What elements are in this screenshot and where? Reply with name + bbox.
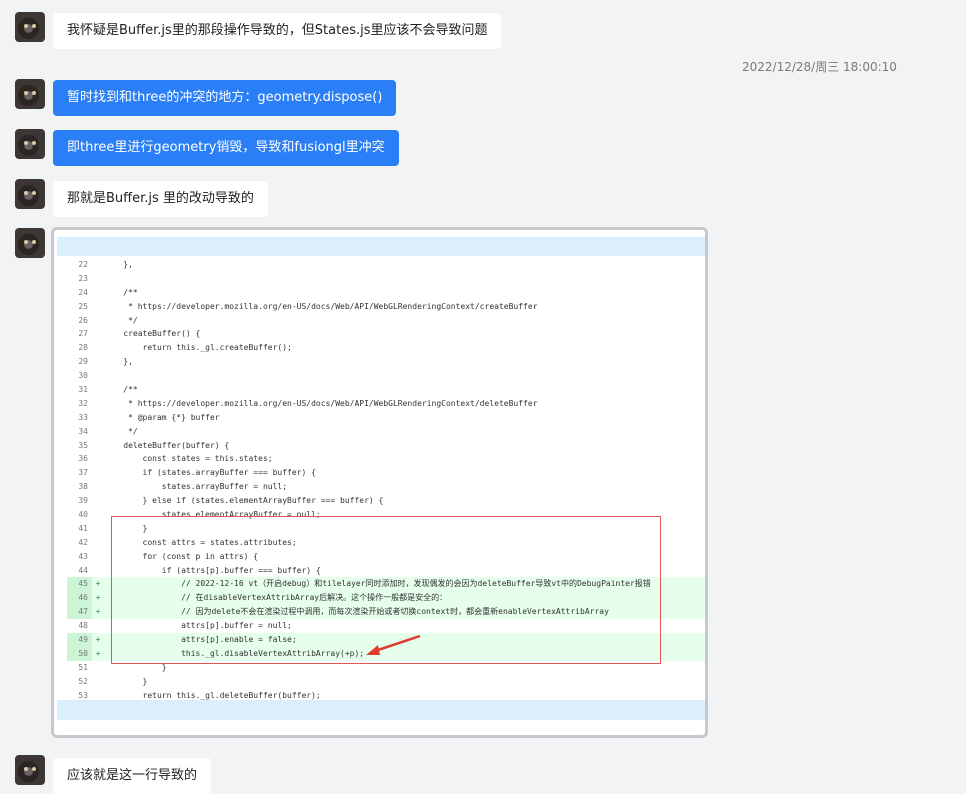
line-number: 47 [67, 605, 92, 620]
code-text: }, [104, 260, 133, 269]
code-line: 39 } else if (states.elementArrayBuffer … [67, 494, 705, 508]
code-line: 22 }, [67, 258, 705, 272]
code-line: 24 /** [67, 286, 705, 300]
code-line: 28 return this._gl.createBuffer(); [67, 341, 705, 355]
code-text: } else if (states.elementArrayBuffer ===… [104, 496, 384, 506]
code-line: 37 if (states.arrayBuffer === buffer) { [67, 466, 705, 480]
code-line: 30 [67, 369, 705, 383]
line-number: 42 [78, 537, 88, 547]
line-number: 31 [78, 385, 88, 395]
code-text: } [104, 676, 148, 686]
line-number: 29 [78, 357, 88, 367]
code-text: deleteBuffer(buffer) { [104, 440, 230, 450]
code-text: createBuffer() { [104, 329, 201, 339]
line-number: 45 [67, 577, 92, 592]
code-footer-bar [57, 700, 705, 720]
line-number: 25 [78, 301, 88, 311]
code-text: * https://developer.mozilla.org/en-US/do… [104, 398, 538, 408]
line-number: 35 [78, 440, 88, 450]
code-text: */ [104, 426, 138, 436]
diff-marker: + [95, 593, 101, 603]
line-number: 30 [78, 371, 88, 381]
line-number: 49 [67, 633, 92, 647]
code-line: 32 * https://developer.mozilla.org/en-US… [67, 397, 705, 411]
line-number: 48 [78, 621, 88, 631]
red-arrow-icon [366, 634, 421, 655]
code-text: } [104, 662, 167, 672]
diff-marker: + [95, 648, 101, 658]
line-number: 36 [78, 454, 88, 464]
line-number: 22 [78, 260, 88, 269]
code-line: 29 }, [67, 355, 705, 369]
code-line: 26 */ [67, 314, 705, 328]
diff-marker: + [95, 579, 101, 589]
code-screenshot-image[interactable]: 22 }, 23 24 /** 25 * https://developer.mozi… [51, 227, 708, 738]
line-number: 32 [78, 398, 88, 408]
message-bubble[interactable]: 我怀疑是Buffer.js里的那段操作导致的，但States.js里应该不会导致… [53, 13, 502, 49]
avatar[interactable] [15, 179, 45, 209]
code-line: 34 */ [67, 425, 705, 439]
line-number: 39 [78, 496, 88, 506]
avatar[interactable] [15, 129, 45, 159]
avatar[interactable] [15, 12, 45, 42]
code-text: * https://developer.mozilla.org/en-US/do… [104, 301, 538, 311]
message-bubble[interactable]: 暂时找到和three的冲突的地方：geometry.dispose() [53, 80, 397, 116]
code-line: 38 states.arrayBuffer = null; [67, 480, 705, 494]
line-number: 37 [78, 468, 88, 478]
code-line: 52 } [67, 675, 705, 689]
line-number: 52 [78, 676, 88, 686]
code-line: 23 [67, 272, 705, 286]
code-text: * @param {*} buffer [104, 412, 220, 422]
code-text: if (states.arrayBuffer === buffer) { [104, 468, 316, 478]
code-line: 31 /** [67, 383, 705, 397]
code-line: 33 * @param {*} buffer [67, 411, 705, 425]
line-number: 27 [78, 329, 88, 339]
diff-marker: + [95, 607, 101, 617]
avatar[interactable] [15, 228, 45, 258]
code-text: }, [104, 357, 133, 367]
code-text: /** [104, 287, 138, 297]
line-number: 41 [78, 523, 88, 533]
line-number: 43 [78, 551, 88, 561]
code-line: 35 deleteBuffer(buffer) { [67, 439, 705, 453]
line-number: 33 [78, 412, 88, 422]
line-number: 44 [78, 565, 88, 575]
diff-marker: + [95, 635, 101, 645]
code-text: return this._gl.createBuffer(); [104, 343, 292, 353]
line-number: 26 [78, 315, 88, 325]
message-bubble[interactable]: 应该就是这一行导致的 [53, 758, 212, 794]
line-number: 24 [78, 287, 88, 297]
code-text: */ [104, 315, 138, 325]
line-number: 46 [67, 591, 92, 606]
line-number: 28 [78, 343, 88, 353]
code-text: states.arrayBuffer = null; [104, 482, 288, 492]
avatar[interactable] [15, 755, 45, 785]
message-bubble[interactable]: 即three里进行geometry销毁，导致和fusiongl里冲突 [53, 130, 399, 166]
code-header-bar [57, 237, 705, 256]
message-timestamp: 2022/12/28/周三 18:00:10 [742, 60, 897, 74]
avatar[interactable] [15, 79, 45, 109]
code-line: 25 * https://developer.mozilla.org/en-US… [67, 300, 705, 314]
line-number: 40 [78, 510, 88, 520]
code-text: return this._gl.deleteBuffer(buffer); [104, 690, 321, 700]
line-number: 50 [67, 646, 92, 661]
line-number: 34 [78, 426, 88, 436]
code-line: 27 createBuffer() { [67, 327, 705, 341]
code-text: /** [104, 385, 138, 395]
message-bubble[interactable]: 那就是Buffer.js 里的改动导致的 [53, 181, 268, 217]
line-number: 38 [78, 482, 88, 492]
code-line: 36 const states = this.states; [67, 452, 705, 466]
line-number: 51 [78, 662, 88, 672]
line-number: 23 [78, 273, 88, 283]
code-text: const states = this.states; [104, 454, 273, 464]
